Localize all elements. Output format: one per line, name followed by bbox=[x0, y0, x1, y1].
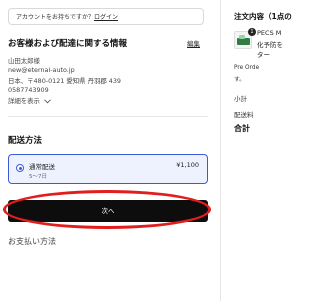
shipping-fee-label: 配送料 bbox=[234, 111, 254, 119]
order-summary: 注文内容（1点の 1 PECS M 化予防を ター Pre Orde す。 小計… bbox=[221, 0, 292, 301]
login-link[interactable]: ログイン bbox=[94, 14, 118, 21]
quantity-badge: 1 bbox=[248, 28, 256, 36]
checkout-main: アカウントをお持ちですか？ログイン お客様および配達に関する情報 編集 山田太郎… bbox=[0, 0, 220, 301]
divider bbox=[8, 116, 208, 117]
login-banner: アカウントをお持ちですか？ログイン bbox=[8, 8, 204, 25]
order-summary-title: 注文内容（1点の bbox=[234, 12, 292, 21]
radio-selected-icon[interactable] bbox=[16, 164, 24, 172]
shipping-option-days: 5〜7日 bbox=[29, 174, 47, 180]
shipping-option-price: ¥1,100 bbox=[176, 161, 199, 169]
product-name-line-1: PECS M bbox=[257, 29, 282, 37]
customer-email: new@eternal-auto.jp bbox=[8, 66, 75, 74]
customer-name: 山田太郎様 bbox=[8, 57, 40, 65]
payment-method-title: お支払い方法 bbox=[8, 237, 56, 246]
preorder-note-line-1: Pre Orde bbox=[234, 65, 260, 71]
chevron-down-icon bbox=[44, 98, 51, 103]
next-button[interactable]: 次へ bbox=[8, 200, 208, 222]
show-details-label: 詳細を表示 bbox=[8, 97, 40, 105]
login-prompt: アカウントをお持ちですか？ bbox=[16, 14, 95, 21]
shipping-option-name: 通常配送 bbox=[29, 163, 55, 171]
total-label: 合計 bbox=[234, 124, 250, 133]
edit-link[interactable]: 編集 bbox=[187, 38, 200, 48]
preorder-note-line-2: す。 bbox=[234, 77, 246, 83]
shipping-method-title: 配送方法 bbox=[8, 136, 43, 146]
customer-info-title: お客様および配達に関する情報 bbox=[8, 39, 128, 49]
customer-address: 日本、〒480-0121 愛知県 丹羽郡 439 bbox=[8, 77, 121, 85]
shipping-option-standard[interactable]: 通常配送 5〜7日 ¥1,100 bbox=[8, 154, 208, 184]
show-details-toggle[interactable]: 詳細を表示 bbox=[8, 96, 51, 105]
product-name-line-2: 化予防を bbox=[257, 41, 283, 49]
subtotal-label: 小計 bbox=[234, 95, 247, 103]
product-name-line-3: ター bbox=[257, 51, 270, 59]
customer-phone: 0587743909 bbox=[8, 86, 49, 94]
